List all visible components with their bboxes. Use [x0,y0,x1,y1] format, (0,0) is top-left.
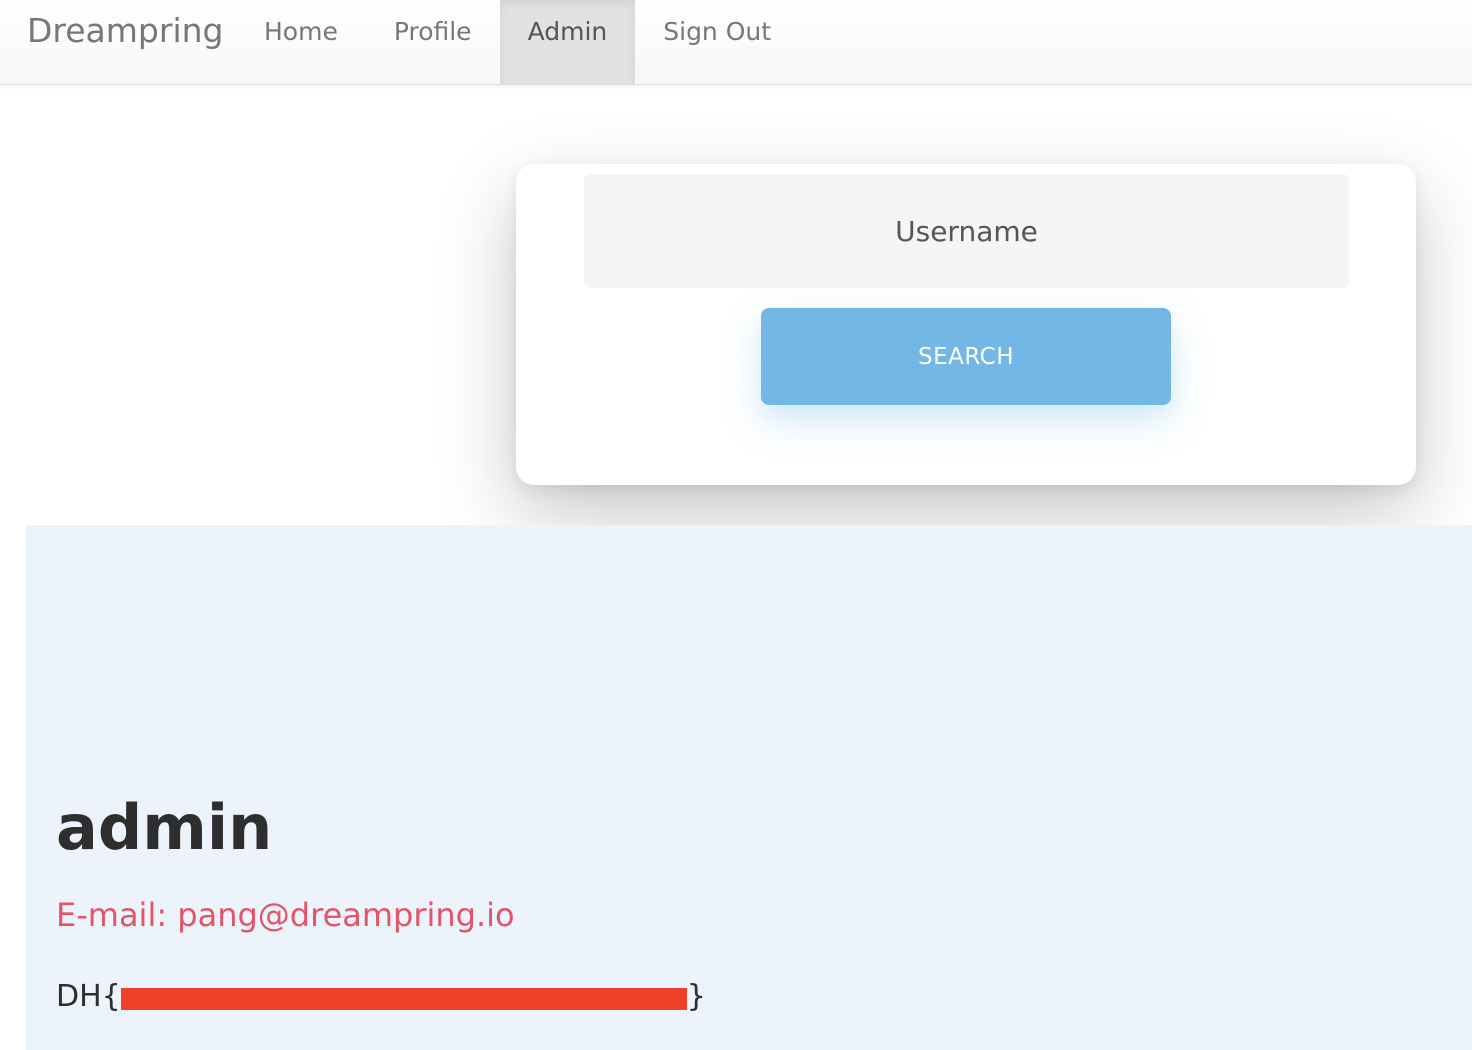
flag-prefix: DH{ [56,979,121,1014]
profile-username: admin [56,791,273,864]
nav-link-profile[interactable]: Profile [366,0,500,85]
nav-link-home[interactable]: Home [236,0,366,85]
nav-link-admin[interactable]: Admin [499,0,636,85]
brand-link[interactable]: Dreampring [27,0,223,85]
flag-suffix: } [686,979,706,1014]
top-navbar: Dreampring Home Profile Admin Sign Out [0,0,1472,85]
profile-flag: DH{} [56,977,706,1017]
search-button[interactable]: SEARCH [761,308,1171,405]
nav-links: Home Profile Admin Sign Out [236,0,799,85]
flag-redaction-bar [120,987,687,1010]
profile-panel: admin E-mail: pang@dreampring.io DH{} [26,525,1472,1050]
profile-email: E-mail: pang@dreampring.io [56,896,515,934]
username-search-input[interactable] [584,174,1349,288]
search-card: SEARCH [516,164,1416,485]
nav-link-sign-out[interactable]: Sign Out [635,0,799,85]
